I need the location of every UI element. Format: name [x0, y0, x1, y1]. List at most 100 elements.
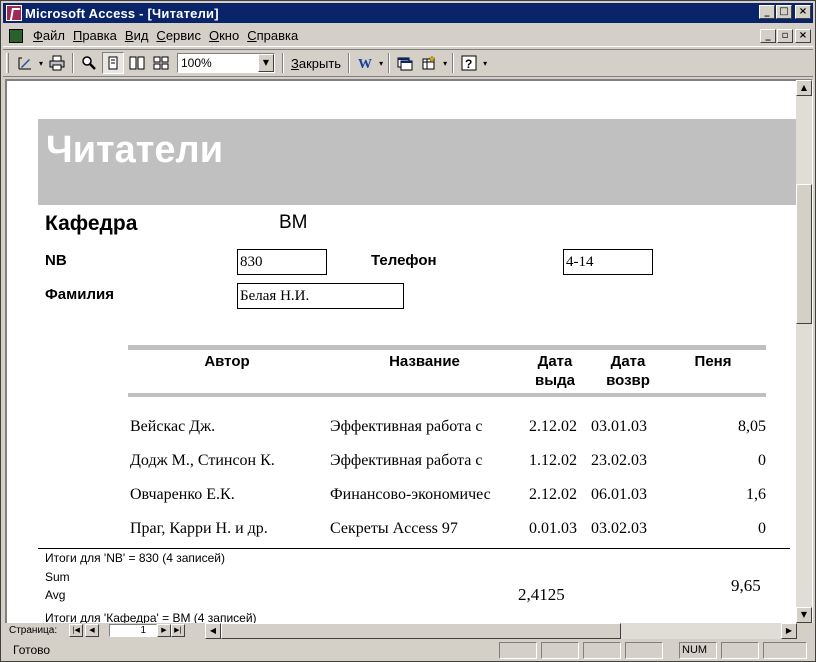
new-object-icon[interactable]: [418, 52, 440, 74]
doc-restore-button[interactable]: ▫: [777, 29, 793, 43]
doc-close-button[interactable]: ×: [795, 29, 811, 43]
report-document-icon[interactable]: [9, 28, 23, 43]
cell-issued: 0.01.03: [529, 520, 577, 537]
horizontal-scrollbar[interactable]: ◀ ▶: [205, 623, 797, 639]
status-bar: Готово NUM: [3, 641, 813, 660]
surname-label: Фамилия: [45, 286, 114, 303]
next-page-icon[interactable]: ▶: [157, 624, 171, 637]
sum-value: 9,65: [731, 576, 761, 595]
menu-window[interactable]: Окно: [205, 28, 243, 43]
col-header-issue-date: Дата выда: [535, 353, 575, 389]
col-header-title: Название: [389, 353, 460, 370]
cell-fine: 8,05: [738, 418, 766, 435]
cell-fine: 0: [758, 520, 766, 537]
column-header-top-rule: [128, 345, 766, 350]
print-icon[interactable]: [46, 52, 68, 74]
page-label: Страница:: [9, 625, 58, 636]
status-panel: [763, 642, 807, 659]
help-icon[interactable]: ?: [458, 52, 480, 74]
table-row: Додж М., Стинсон К. Эффективная работа с…: [7, 445, 796, 479]
summary-divider: [38, 548, 790, 549]
zoom-combo[interactable]: 100% ▼: [177, 53, 275, 73]
scroll-left-icon[interactable]: ◀: [205, 623, 221, 639]
menu-help[interactable]: Справка: [243, 28, 302, 43]
sum-label: Sum: [45, 570, 70, 584]
cell-issued: 2.12.02: [529, 486, 577, 503]
table-row: Овчаренко Е.К. Финансово-экономичес 2.12…: [7, 479, 796, 513]
toolbar-separator: [388, 53, 391, 73]
avg-value: 2,4125: [518, 585, 565, 604]
zoom-icon[interactable]: [78, 52, 100, 74]
col-header-fine: Пеня: [694, 353, 732, 370]
cell-author: Праг, Карри Н. и др.: [130, 520, 268, 537]
cell-returned: 06.01.03: [591, 486, 647, 503]
nb-label: NB: [45, 252, 67, 269]
phone-field: 4-14: [563, 249, 653, 275]
first-page-icon[interactable]: |◀: [69, 624, 83, 637]
col-header-return-date: Дата возвр: [606, 353, 650, 389]
vertical-scrollbar[interactable]: ▲ ▼: [796, 80, 812, 623]
status-panel: [721, 642, 759, 659]
doc-minimize-button[interactable]: _: [760, 29, 776, 43]
two-pages-icon[interactable]: [126, 52, 148, 74]
report-title: Читатели: [46, 129, 224, 171]
menu-tools[interactable]: Сервис: [152, 28, 205, 43]
table-row: Праг, Карри Н. и др. Секреты Access 97 0…: [7, 513, 796, 547]
cell-fine: 0: [758, 452, 766, 469]
toolbar-separator: [452, 53, 455, 73]
new-object-dropdown-icon[interactable]: ▾: [441, 59, 449, 68]
cell-author: Вейскас Дж.: [130, 418, 216, 435]
maximize-button[interactable]: □: [776, 5, 792, 19]
design-view-icon[interactable]: [14, 52, 36, 74]
access-window: Microsoft Access - [Читатели] _ □ × Файл…: [0, 0, 816, 662]
status-text: Готово: [13, 643, 51, 657]
word-icon[interactable]: W: [354, 52, 376, 74]
status-panel: [499, 642, 537, 659]
cell-title: Финансово-экономичес: [330, 486, 491, 503]
window-title: Microsoft Access - [Читатели]: [25, 5, 219, 21]
svg-text:?: ?: [465, 57, 472, 71]
close-preview-button[interactable]: Закрыть: [287, 56, 345, 71]
zoom-dropdown-icon[interactable]: ▼: [258, 54, 274, 72]
dept-summary-text: Итоги для 'Кафедра' = ВМ (4 записей): [45, 611, 257, 623]
multiple-pages-icon[interactable]: [150, 52, 172, 74]
one-page-icon[interactable]: [102, 52, 124, 74]
record-navigation-bar: Страница: |◀ ◀ 1 ▶ ▶| ◀ ▶: [5, 623, 813, 639]
phone-label: Телефон: [371, 252, 437, 269]
report-page: Читатели Кафедра ВМ NB 830 Телефон 4-14 …: [7, 81, 796, 623]
horizontal-scroll-thumb[interactable]: [221, 623, 621, 639]
toolbar-separator: [348, 53, 351, 73]
menu-view[interactable]: Вид: [121, 28, 153, 43]
menu-file[interactable]: Файл: [29, 28, 69, 43]
access-app-icon[interactable]: [6, 5, 22, 21]
toolbar-separator: [72, 53, 74, 73]
office-links-dropdown-icon[interactable]: ▾: [377, 59, 385, 68]
page-number-input[interactable]: 1: [109, 624, 157, 637]
group-label: Кафедра: [45, 212, 138, 235]
vertical-scroll-thumb[interactable]: [796, 184, 812, 324]
menu-bar: Файл Правка Вид Сервис Окно Справка _ ▫ …: [3, 25, 813, 47]
scroll-right-icon[interactable]: ▶: [781, 623, 797, 639]
toolbar-grip[interactable]: [6, 53, 9, 73]
print-preview-toolbar: ▾ 100% ▼ Закрыть W ▾ ▾ ? ▾: [3, 49, 813, 77]
minimize-button[interactable]: _: [759, 5, 775, 19]
design-view-dropdown-icon[interactable]: ▾: [37, 59, 45, 68]
status-panel: [583, 642, 621, 659]
status-panel: [541, 642, 579, 659]
close-button[interactable]: ×: [795, 5, 811, 19]
cell-fine: 1,6: [746, 486, 766, 503]
menu-edit[interactable]: Правка: [69, 28, 121, 43]
table-row: Вейскас Дж. Эффективная работа с 2.12.02…: [7, 411, 796, 445]
cell-issued: 1.12.02: [529, 452, 577, 469]
nb-summary-text: Итоги для 'NB' = 830 (4 записей): [45, 551, 225, 565]
previous-page-icon[interactable]: ◀: [85, 624, 99, 637]
title-bar[interactable]: Microsoft Access - [Читатели] _ □ ×: [3, 3, 813, 23]
cell-returned: 03.01.03: [591, 418, 647, 435]
report-preview-area: Читатели Кафедра ВМ NB 830 Телефон 4-14 …: [5, 79, 813, 624]
cell-title: Эффективная работа с: [330, 452, 483, 469]
scroll-down-icon[interactable]: ▼: [796, 607, 812, 623]
database-window-icon[interactable]: [394, 52, 416, 74]
last-page-icon[interactable]: ▶|: [171, 624, 185, 637]
toolbar-options-icon[interactable]: ▾: [481, 59, 489, 68]
scroll-up-icon[interactable]: ▲: [796, 80, 812, 96]
